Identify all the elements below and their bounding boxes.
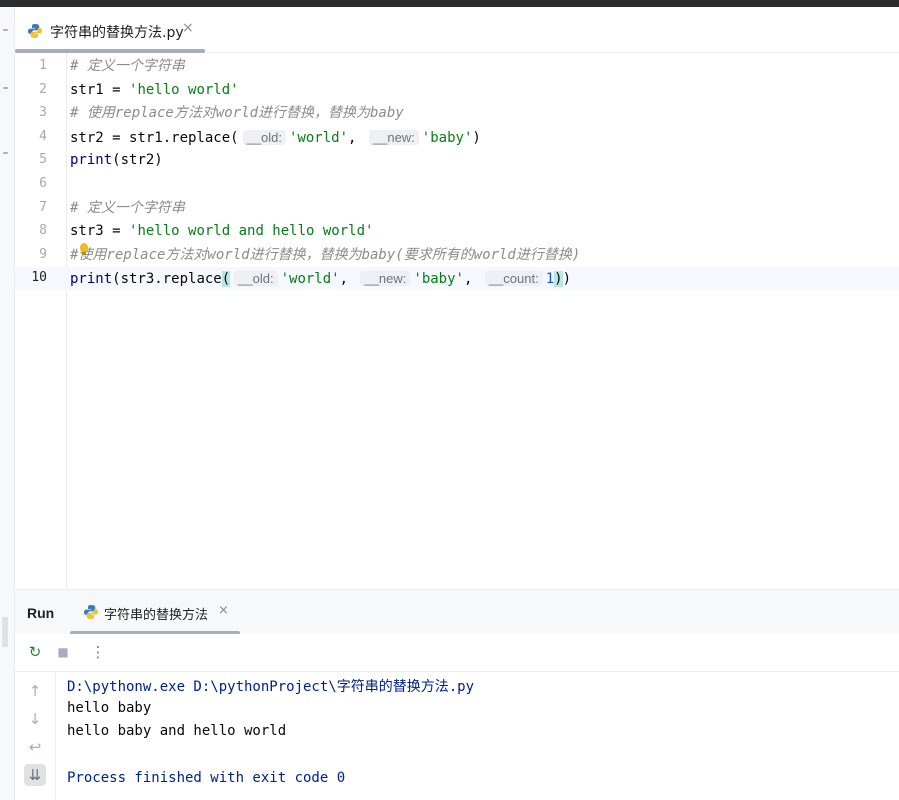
code-line[interactable]: 7 # 定义一个字符串: [15, 197, 899, 220]
console-line: D:\pythonw.exe D:\pythonProject\字符串的替换方法…: [67, 679, 475, 695]
left-tool-strip: [0, 7, 15, 800]
line-number: 5: [39, 152, 47, 168]
code-token: ,: [463, 271, 481, 288]
line-number: 7: [39, 199, 47, 215]
code-token: print: [70, 152, 113, 169]
parameter-hint: __new:: [368, 129, 419, 145]
code-text: #使用replace方法对world进行替换，替换为baby(要求所有的worl…: [70, 246, 580, 265]
parameter-hint: __old:: [242, 129, 286, 145]
more-options-icon[interactable]: ⋮: [88, 642, 108, 662]
code-token: str2 = str1.replace(: [70, 129, 239, 146]
rerun-icon[interactable]: ↻: [25, 642, 45, 662]
console-line: hello baby and hello world: [67, 723, 287, 740]
tool-marker[interactable]: [2, 617, 8, 647]
code-token: 1: [545, 271, 555, 288]
line-number: 10: [31, 270, 47, 286]
console-line: hello baby: [67, 699, 152, 716]
line-number: 8: [39, 223, 47, 239]
line-number: 4: [39, 128, 47, 144]
code-token: print: [70, 271, 113, 288]
code-token: 'world': [289, 129, 349, 146]
run-tab-title: 字符串的替换方法: [104, 608, 209, 623]
code-text: str1 = 'hello world': [70, 81, 239, 100]
code-token: ): [472, 129, 481, 146]
lightbulb-icon[interactable]: [80, 243, 88, 255]
code-token: 'hello world and hello world': [129, 223, 374, 240]
code-text: print(str3.replace(__old:'world', __new:…: [70, 269, 571, 289]
run-toolbar: ↻ ■ ⋮: [15, 634, 899, 672]
line-number: 2: [39, 81, 47, 97]
parameter-hint: __count:: [484, 271, 543, 287]
window-top-bar: [0, 0, 899, 7]
tool-marker[interactable]: [3, 87, 8, 89]
tool-marker[interactable]: [3, 29, 8, 31]
tool-marker[interactable]: [3, 152, 8, 154]
soft-wrap-icon[interactable]: ↩: [24, 736, 46, 758]
code-text: print(str2): [70, 151, 163, 170]
run-panel-header: Run 字符串的替换方法 ×: [15, 589, 899, 635]
close-icon[interactable]: ×: [182, 20, 194, 36]
code-token: (str2): [112, 152, 163, 169]
editor-tab-title: 字符串的替换方法.py: [50, 25, 184, 41]
code-line[interactable]: 3 # 使用replace方法对world进行替换，替换为baby: [15, 102, 899, 125]
code-text: str2 = str1.replace(__old:'world', __new…: [70, 128, 481, 148]
code-text: str3 = 'hello world and hello world': [70, 222, 373, 241]
parameter-hint: __old:: [234, 271, 278, 287]
python-file-icon: [84, 605, 98, 619]
code-line[interactable]: 4 str2 = str1.replace(__old:'world', __ne…: [15, 126, 899, 149]
line-number: 3: [39, 105, 47, 121]
code-token: # 定义一个字符串: [70, 58, 185, 74]
code-token: # 定义一个字符串: [70, 199, 185, 216]
console-output[interactable]: D:\pythonw.exe D:\pythonProject\字符串的替换方法…: [56, 672, 899, 800]
code-line[interactable]: 8 str3 = 'hello world and hello world': [15, 220, 899, 243]
code-text: # 定义一个字符串: [70, 199, 185, 218]
code-token: 'world': [280, 271, 340, 288]
editor-tab-bar: 字符串的替换方法.py ×: [15, 7, 899, 53]
code-token: str1 =: [70, 81, 130, 98]
code-token: 'baby': [413, 271, 464, 288]
code-token: ,: [348, 129, 365, 146]
code-token: str3 =: [70, 223, 130, 240]
code-token: 'baby': [421, 129, 473, 146]
code-editor[interactable]: 1 # 定义一个字符串 2 str1 = 'hello world' 3 # 使用repl…: [15, 53, 899, 589]
scroll-to-end-icon[interactable]: ⇊: [24, 764, 46, 786]
run-panel-title: Run: [27, 605, 55, 621]
code-token: 'hello world': [129, 81, 239, 98]
console-side-toolbar: ↑ ↓ ↩ ⇊: [15, 672, 56, 800]
parameter-hint: __new:: [360, 271, 411, 287]
code-line[interactable]: 1 # 定义一个字符串: [15, 55, 899, 78]
stop-icon[interactable]: ■: [53, 642, 73, 662]
editor-tab[interactable]: 字符串的替换方法.py ×: [15, 7, 205, 53]
line-number: 6: [39, 176, 47, 191]
code-text: # 使用replace方法对world进行替换，替换为baby: [70, 104, 404, 123]
code-line[interactable]: 2 str1 = 'hello world': [15, 79, 899, 102]
code-token: (: [221, 271, 231, 288]
code-token: ,: [339, 271, 357, 288]
console-line: Process finished with exit code 0: [67, 770, 346, 787]
close-icon[interactable]: ×: [218, 603, 229, 618]
code-line[interactable]: 5 print(str2): [15, 149, 899, 172]
code-token: ): [562, 271, 572, 288]
code-token: ): [554, 271, 563, 288]
run-configuration-tab[interactable]: 字符串的替换方法 ×: [70, 590, 240, 635]
code-token: #使用replace方法对world进行替换，替换为baby(要求所有的worl…: [70, 246, 581, 263]
code-token: (str3.replace: [112, 271, 222, 288]
scroll-up-icon[interactable]: ↑: [24, 680, 46, 702]
scroll-down-icon[interactable]: ↓: [24, 708, 46, 730]
line-number: 9: [39, 246, 47, 262]
code-line[interactable]: 6: [15, 173, 899, 196]
code-token: # 使用replace方法对world进行替换，替换为baby: [70, 105, 404, 122]
code-line[interactable]: 9 #使用replace方法对world进行替换，替换为baby(要求所有的wor…: [15, 244, 899, 267]
code-text: # 定义一个字符串: [70, 57, 185, 76]
line-number: 1: [39, 58, 47, 73]
python-file-icon: [28, 24, 42, 38]
code-line[interactable]: 10 print(str3.replace(__old:'world', __ne…: [15, 267, 899, 291]
